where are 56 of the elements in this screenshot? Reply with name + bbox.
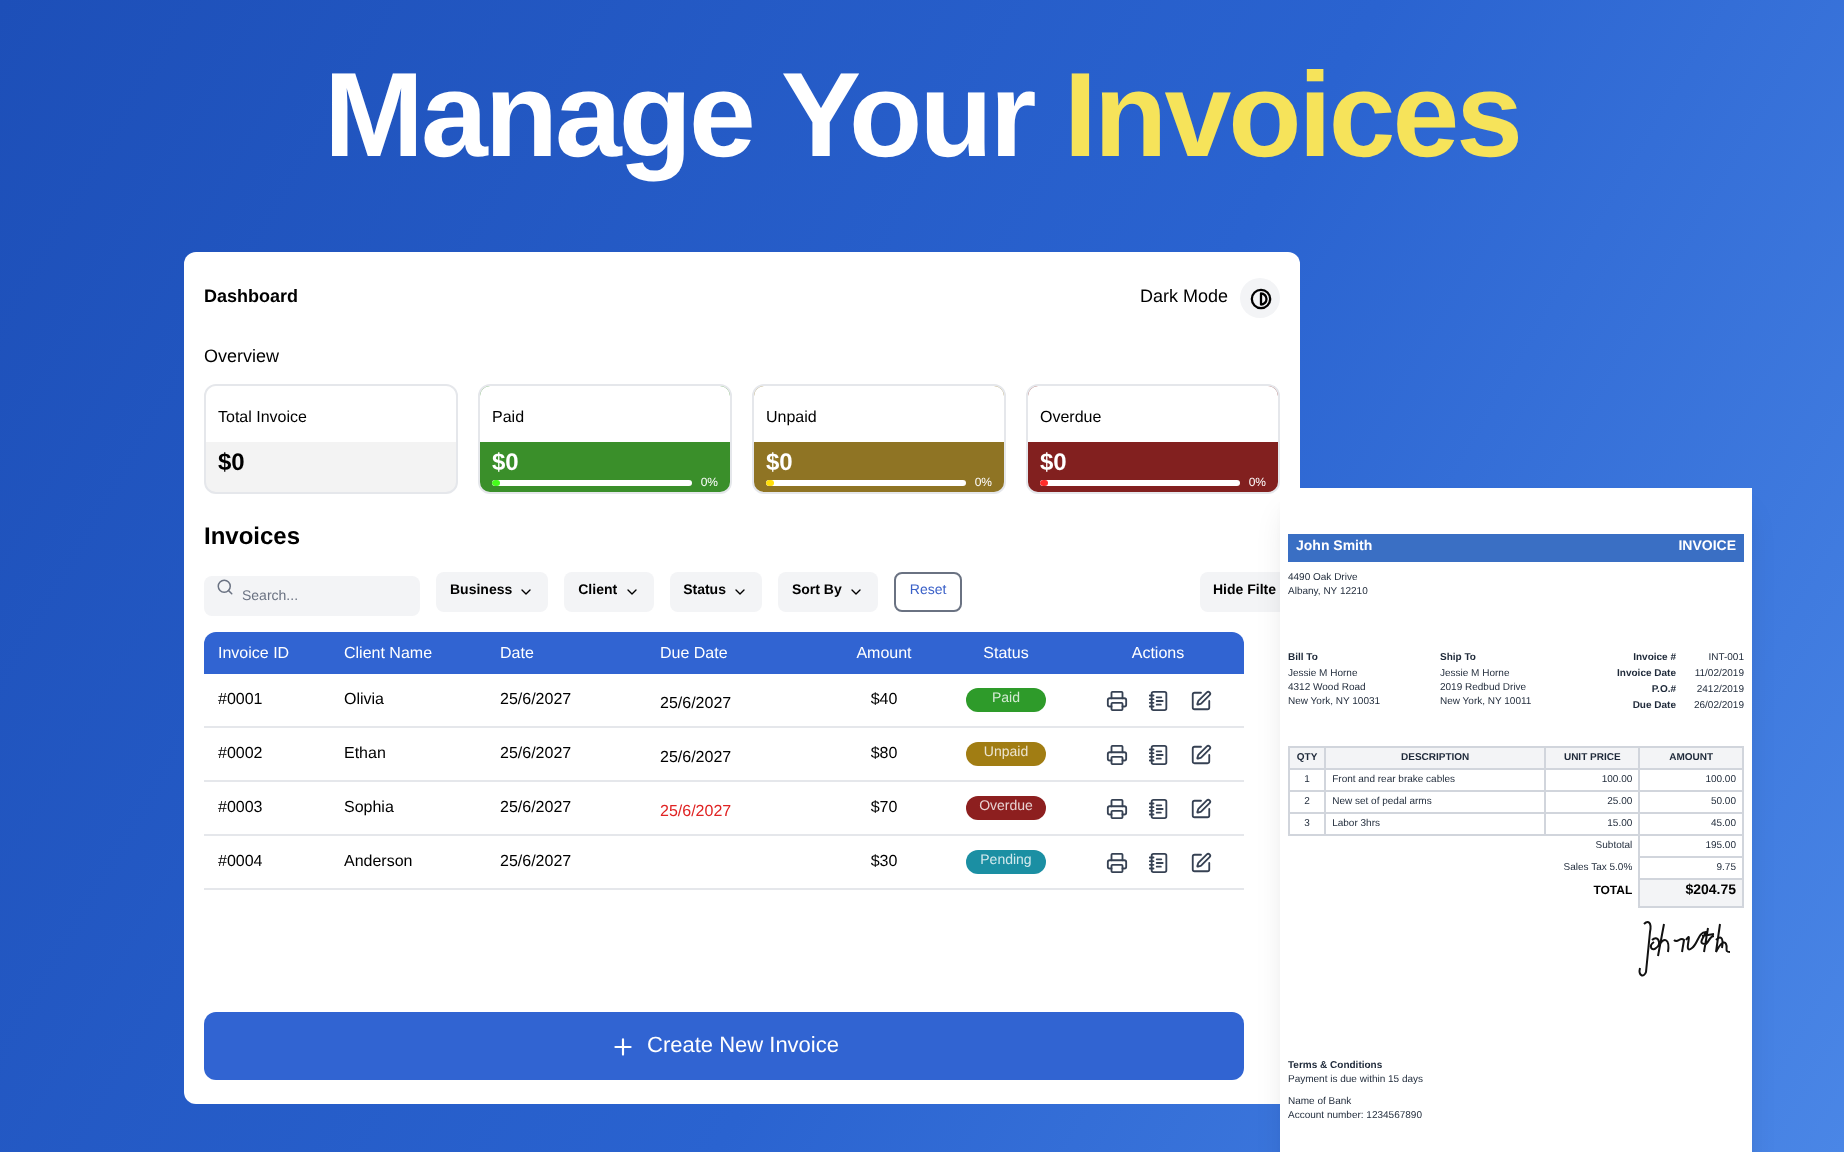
invoices-title: Invoices	[204, 519, 303, 553]
table-cell-text: #0001	[216, 688, 265, 712]
table-cell-text: $70	[868, 796, 900, 820]
notes-icon[interactable]	[1147, 689, 1169, 711]
table-cell: 25/6/2027	[660, 802, 732, 820]
notes-icon[interactable]	[1147, 743, 1169, 765]
column-header: Invoice ID	[216, 641, 292, 665]
card-value: $0	[218, 449, 247, 475]
notes-icon[interactable]	[1147, 851, 1169, 873]
table-cell-text: 25/6/2027	[500, 742, 574, 766]
edit-icon[interactable]	[1189, 689, 1211, 711]
table-cell-text: $40	[868, 688, 900, 712]
table-cell-text: Sophia	[344, 796, 396, 820]
column-header: Actions	[1129, 641, 1187, 665]
table-cell-text: 25/6/2027	[500, 688, 574, 712]
column-header: Date	[500, 641, 536, 665]
notes-icon[interactable]	[1147, 797, 1169, 819]
search-icon	[216, 578, 234, 596]
table-cell-text: Anderson	[344, 850, 415, 874]
table-cell-text: $30	[868, 850, 900, 874]
card-value: $0	[766, 449, 795, 475]
dark-mode-toggle[interactable]	[1240, 278, 1280, 318]
table-cell: 25/6/2027	[660, 748, 732, 766]
table-cell-text: 25/6/2027	[500, 850, 574, 874]
contrast-icon	[1249, 287, 1271, 309]
table-cell: 25/6/2027	[660, 694, 732, 712]
edit-icon[interactable]	[1189, 797, 1211, 819]
table-cell-text: Olivia	[344, 688, 387, 712]
column-header: Client Name	[344, 641, 435, 665]
column-header: Due Date	[660, 641, 730, 665]
page-headline: Manage Your Invoices	[324, 46, 1520, 186]
printer-icon[interactable]	[1105, 689, 1127, 711]
card-value: $0	[492, 449, 521, 475]
card-label: Unpaid	[766, 407, 817, 425]
dark-mode-label: Dark Mode	[1139, 284, 1228, 311]
printer-icon[interactable]	[1105, 743, 1127, 765]
card-label: Overdue	[1040, 407, 1102, 425]
dashboard-title: Dashboard	[204, 284, 299, 311]
overview-title: Overview	[204, 344, 282, 370]
printer-icon[interactable]	[1105, 851, 1127, 873]
table-cell-text: $80	[868, 742, 900, 766]
column-header: Amount	[854, 641, 914, 665]
plus-icon	[609, 1033, 635, 1059]
card-label: Total Invoice	[218, 407, 307, 425]
card-label: Paid	[492, 407, 525, 425]
table-cell-text: 25/6/2027	[500, 796, 574, 820]
table-cell-text: #0003	[216, 796, 265, 820]
table-cell-text: Ethan	[344, 742, 388, 766]
column-header: Status	[981, 641, 1031, 665]
printer-icon[interactable]	[1105, 797, 1127, 819]
edit-icon[interactable]	[1189, 743, 1211, 765]
table-cell-text: #0002	[216, 742, 265, 766]
card-value: $0	[1040, 449, 1069, 475]
edit-icon[interactable]	[1189, 851, 1211, 873]
table-cell-text: #0004	[216, 850, 265, 874]
create-invoice-button[interactable]: Create New Invoice	[204, 1012, 1244, 1080]
